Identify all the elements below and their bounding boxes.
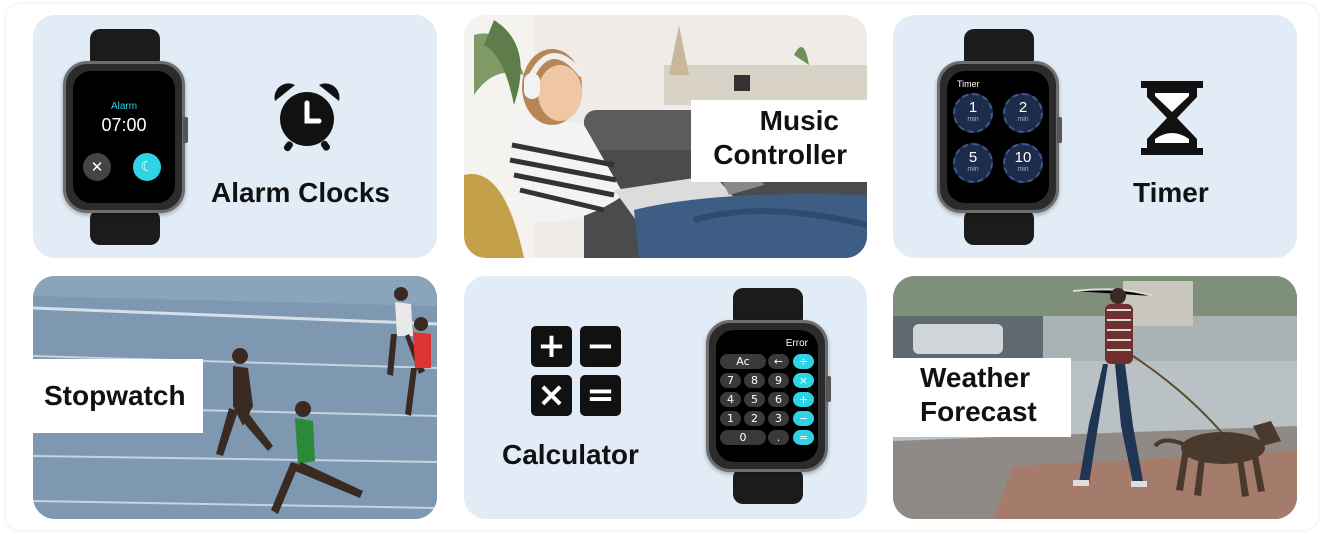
hourglass-icon xyxy=(1141,81,1203,155)
weather-forecast-title-line1: Weather xyxy=(920,362,1030,393)
music-controller-title-line1: Music xyxy=(759,105,839,136)
calc-key-1[interactable]: 1 xyxy=(720,411,741,426)
music-controller-title-line2: Controller xyxy=(713,139,847,170)
stopwatch-tile: Stopwatch xyxy=(33,276,437,519)
calculator-display: Error xyxy=(785,338,808,349)
close-icon[interactable]: ✕ xyxy=(83,153,111,181)
calc-key-ac[interactable]: Ac xyxy=(720,354,766,369)
timer-preset-value: 10 xyxy=(1014,149,1032,166)
alarm-clocks-tile: Alarm 07:00 ✕ ☾ Alarm Clocks xyxy=(33,15,437,258)
watch-crown xyxy=(183,117,188,143)
timer-preset-5[interactable]: 5 min xyxy=(953,143,993,183)
calc-key-add[interactable]: + xyxy=(793,392,814,407)
watch-crown xyxy=(826,376,831,402)
alarm-clock-icon xyxy=(274,83,340,152)
timer-preset-unit: min xyxy=(1017,166,1029,173)
equals-icon: = xyxy=(580,375,621,416)
feature-grid: Alarm 07:00 ✕ ☾ Alarm Clocks Music Contr… xyxy=(6,4,1318,530)
alarm-clocks-title: Alarm Clocks xyxy=(211,177,390,208)
music-controller-tile: Music Controller xyxy=(464,15,867,258)
timer-title: Timer xyxy=(1133,177,1209,208)
timer-preset-1[interactable]: 1 min xyxy=(953,93,993,133)
timer-screen-label: Timer xyxy=(957,79,980,89)
moon-icon[interactable]: ☾ xyxy=(133,153,161,181)
stopwatch-title: Stopwatch xyxy=(44,380,186,411)
timer-preset-value: 2 xyxy=(1018,99,1028,116)
weather-forecast-tile: Weather Forecast xyxy=(893,276,1297,519)
weather-forecast-label-box: Weather Forecast xyxy=(893,358,1071,437)
multiply-icon: × xyxy=(531,375,572,416)
calc-key-back[interactable]: ← xyxy=(768,354,789,369)
watch-strap xyxy=(90,209,160,245)
weather-forecast-title-line2: Forecast xyxy=(920,396,1037,427)
calculator-title: Calculator xyxy=(502,439,639,470)
calc-key-2[interactable]: 2 xyxy=(744,411,765,426)
calc-key-3[interactable]: 3 xyxy=(768,411,789,426)
plus-icon: + xyxy=(531,326,572,367)
watch-strap xyxy=(733,468,803,504)
timer-preset-unit: min xyxy=(967,166,979,173)
calc-key-equals[interactable]: = xyxy=(793,430,814,445)
calc-key-dot[interactable]: . xyxy=(768,430,789,445)
alarm-screen-label: Alarm xyxy=(110,101,138,112)
calc-key-9[interactable]: 9 xyxy=(768,373,789,388)
timer-preset-value: 5 xyxy=(968,149,978,166)
music-controller-label-box: Music Controller xyxy=(691,100,867,182)
timer-preset-10[interactable]: 10 min xyxy=(1003,143,1043,183)
calc-key-5[interactable]: 5 xyxy=(744,392,765,407)
timer-preset-2[interactable]: 2 min xyxy=(1003,93,1043,133)
calc-key-divide[interactable]: ÷ xyxy=(793,354,814,369)
timer-preset-unit: min xyxy=(1017,116,1029,123)
calc-key-7[interactable]: 7 xyxy=(720,373,741,388)
watch-screen: Error Ac ← ÷ 7 8 9 × 4 5 6 + 1 2 3 − 0 .… xyxy=(716,330,818,462)
calc-key-subtract[interactable]: − xyxy=(793,411,814,426)
stopwatch-label-box: Stopwatch xyxy=(33,359,203,433)
watch-crown xyxy=(1057,117,1062,143)
calculator-tile: + − × = Calculator Error Ac ← ÷ 7 8 9 × … xyxy=(464,276,867,519)
timer-preset-value: 1 xyxy=(968,99,978,116)
calc-key-6[interactable]: 6 xyxy=(768,392,789,407)
calc-key-8[interactable]: 8 xyxy=(744,373,765,388)
alarm-screen-time: 07:00 xyxy=(101,115,147,135)
watch-screen: Timer 1 min 2 min 5 min 10 min xyxy=(947,71,1049,203)
watch-strap xyxy=(964,209,1034,245)
watch-screen: Alarm 07:00 ✕ ☾ xyxy=(73,71,175,203)
calc-key-0[interactable]: 0 xyxy=(720,430,766,445)
minus-icon: − xyxy=(580,326,621,367)
timer-preset-unit: min xyxy=(967,116,979,123)
calc-key-multiply[interactable]: × xyxy=(793,373,814,388)
calc-key-4[interactable]: 4 xyxy=(720,392,741,407)
timer-tile: Timer 1 min 2 min 5 min 10 min Timer xyxy=(893,15,1297,258)
